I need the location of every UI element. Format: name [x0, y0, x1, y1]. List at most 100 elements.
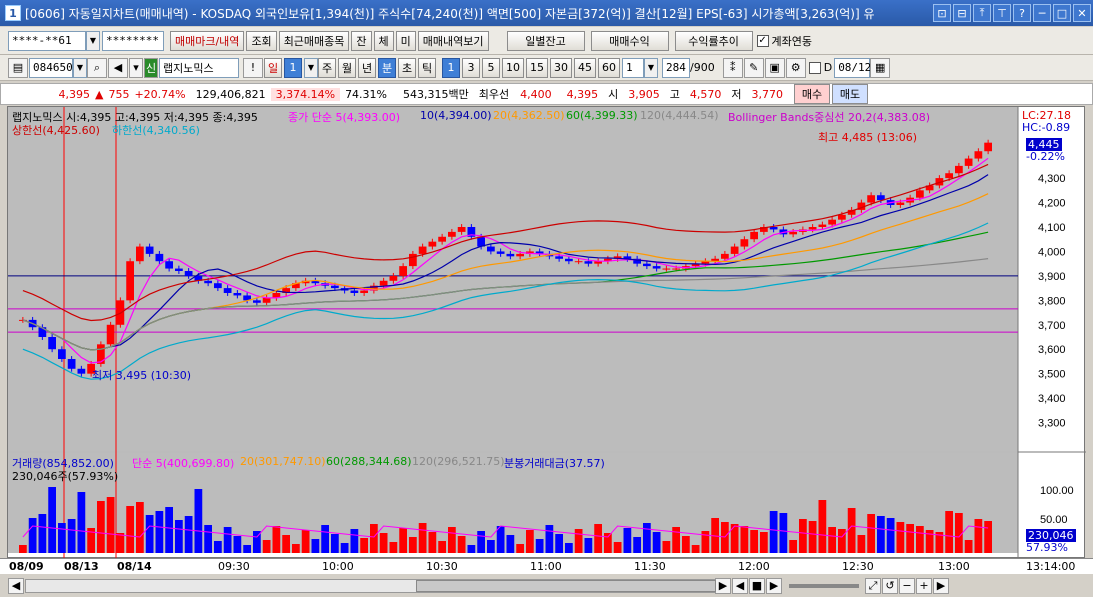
unit-week-button[interactable]: 주	[318, 57, 336, 78]
candle-body	[555, 256, 563, 259]
trade-profit-button[interactable]: 매매수익	[590, 30, 669, 51]
volume-bar	[545, 525, 554, 553]
trade-mark-button[interactable]: 매매마크/내역	[170, 30, 245, 51]
window-pin-icon[interactable]: ⤒	[973, 4, 991, 22]
sound-icon[interactable]: ◀	[108, 57, 128, 78]
profit-rate-button[interactable]: 수익률추이	[674, 30, 753, 51]
volume-bar	[155, 511, 164, 553]
layout-icon[interactable]: ▤	[8, 57, 28, 78]
volume-bar	[331, 534, 339, 553]
scroll-right-icon[interactable]: ▶	[715, 577, 731, 594]
play-icon[interactable]: ▶	[766, 577, 782, 594]
stop-icon[interactable]: ■	[749, 577, 765, 594]
unit-second-button[interactable]: 초	[398, 57, 416, 78]
price-axis-label: 3,900	[1038, 271, 1066, 283]
alert-icon[interactable]: !	[243, 57, 263, 78]
zoom-reset-icon[interactable]: ↺	[882, 577, 898, 594]
search-icon[interactable]: ⌕	[87, 57, 107, 78]
chart-area[interactable]: 4,300 4,200 4,100 4,000 3,900 3,800 3,700 3,600…	[7, 106, 1086, 559]
low-price: 3,770	[751, 87, 784, 101]
window-link-icon[interactable]: ⊡	[933, 4, 951, 22]
volume-bar	[165, 507, 173, 553]
code-dropdown-icon[interactable]: ▼	[73, 57, 87, 78]
stock-code-input[interactable]: 084650	[29, 57, 73, 78]
password-input[interactable]: ********	[102, 30, 164, 51]
change-percent: +20.74%	[134, 87, 186, 101]
scrollbar[interactable]	[25, 578, 716, 593]
window-split-icon[interactable]: ⊟	[953, 4, 971, 22]
volume-bar	[828, 527, 836, 553]
unit-year-button[interactable]: 년	[358, 57, 376, 78]
unit-tick-button[interactable]: 틱	[418, 57, 436, 78]
minute-15-button[interactable]: 15	[526, 57, 548, 78]
maximize-icon[interactable]: □	[1053, 4, 1071, 22]
candle-body	[428, 241, 437, 247]
candle-body	[155, 253, 164, 262]
volume-bar	[857, 535, 866, 553]
minimize-icon[interactable]: ─	[1033, 4, 1051, 22]
minute-1-button[interactable]: 1	[442, 57, 460, 78]
price-axis-label: 4,200	[1038, 198, 1066, 210]
recent-trades-button[interactable]: 최근매매종목	[278, 30, 350, 51]
candle-body	[253, 300, 261, 303]
indicator-icon[interactable]: ⁑	[722, 57, 743, 78]
volume-bar	[399, 528, 407, 553]
query-button[interactable]: 조회	[246, 30, 277, 51]
candle-body	[448, 231, 456, 237]
date-input[interactable]: 08/12	[834, 57, 871, 78]
price-tag-pct: -0.22%	[1026, 150, 1065, 163]
minute-10-button[interactable]: 10	[502, 57, 524, 78]
period-day-button[interactable]: 일	[264, 57, 282, 78]
scroll-thumb[interactable]	[416, 579, 716, 592]
settings-icon[interactable]: ⚙	[785, 57, 806, 78]
daily-balance-button[interactable]: 일별잔고	[506, 30, 585, 51]
scroll-end-icon[interactable]: ▶	[933, 577, 949, 594]
sound-dropdown-icon[interactable]: ▾	[129, 57, 143, 78]
step-dropdown-icon[interactable]: ▼	[644, 57, 658, 78]
draw-tool-icon[interactable]: ✎	[743, 57, 764, 78]
zoom-in-icon[interactable]: +	[916, 577, 932, 594]
close-icon[interactable]: ✕	[1073, 4, 1091, 22]
unit-month-button[interactable]: 월	[338, 57, 356, 78]
window-top-icon[interactable]: ⊤	[993, 4, 1011, 22]
help-icon[interactable]: ?	[1013, 4, 1031, 22]
step-input[interactable]: 1	[622, 57, 644, 78]
executed-button[interactable]: 체	[373, 30, 394, 51]
unexecuted-button[interactable]: 미	[395, 30, 416, 51]
candle-body	[565, 258, 573, 262]
candle-body	[574, 261, 583, 263]
balance-button[interactable]: 잔	[351, 30, 372, 51]
unit-minute-button[interactable]: 분	[378, 57, 396, 78]
zoom-slider[interactable]	[789, 583, 859, 588]
buy-button[interactable]: 매수	[794, 84, 830, 104]
candle-body	[418, 246, 427, 254]
volume-bar	[262, 540, 271, 553]
minute-5-button[interactable]: 5	[482, 57, 500, 78]
minute-45-button[interactable]: 45	[574, 57, 596, 78]
minute-3-button[interactable]: 3	[462, 57, 480, 78]
volume-bar	[321, 525, 329, 553]
scroll-left-icon[interactable]: ◀	[8, 577, 24, 594]
period-num-button[interactable]: 1	[284, 57, 302, 78]
play-back-icon[interactable]: ◀	[732, 577, 748, 594]
volume-bar	[574, 529, 583, 553]
zoom-out-icon[interactable]: −	[899, 577, 915, 594]
account-input[interactable]: ****-**61	[8, 30, 86, 51]
minute-30-button[interactable]: 30	[550, 57, 572, 78]
calendar-icon[interactable]: ▦	[870, 57, 891, 78]
date-checkbox[interactable]	[808, 61, 821, 74]
price-axis-label: 3,400	[1038, 393, 1066, 405]
account-link-checkbox[interactable]: ✓	[756, 34, 769, 47]
save-icon[interactable]: ▣	[764, 57, 785, 78]
minute-60-button[interactable]: 60	[598, 57, 620, 78]
trade-history-button[interactable]: 매매내역보기	[417, 30, 489, 51]
bar-count-input[interactable]: 284	[662, 57, 690, 78]
volume-bar	[67, 519, 76, 553]
candle-body	[867, 195, 875, 203]
zoom-fit-icon[interactable]: ⤢	[865, 577, 881, 594]
account-dropdown-icon[interactable]: ▼	[86, 30, 100, 51]
price-chart[interactable]: 4,300 4,200 4,100 4,000 3,900 3,800 3,700 3,600…	[8, 107, 1086, 559]
sell-button[interactable]: 매도	[832, 84, 868, 104]
period-dropdown-icon[interactable]: ▼	[304, 57, 318, 78]
candle-body	[214, 283, 222, 289]
